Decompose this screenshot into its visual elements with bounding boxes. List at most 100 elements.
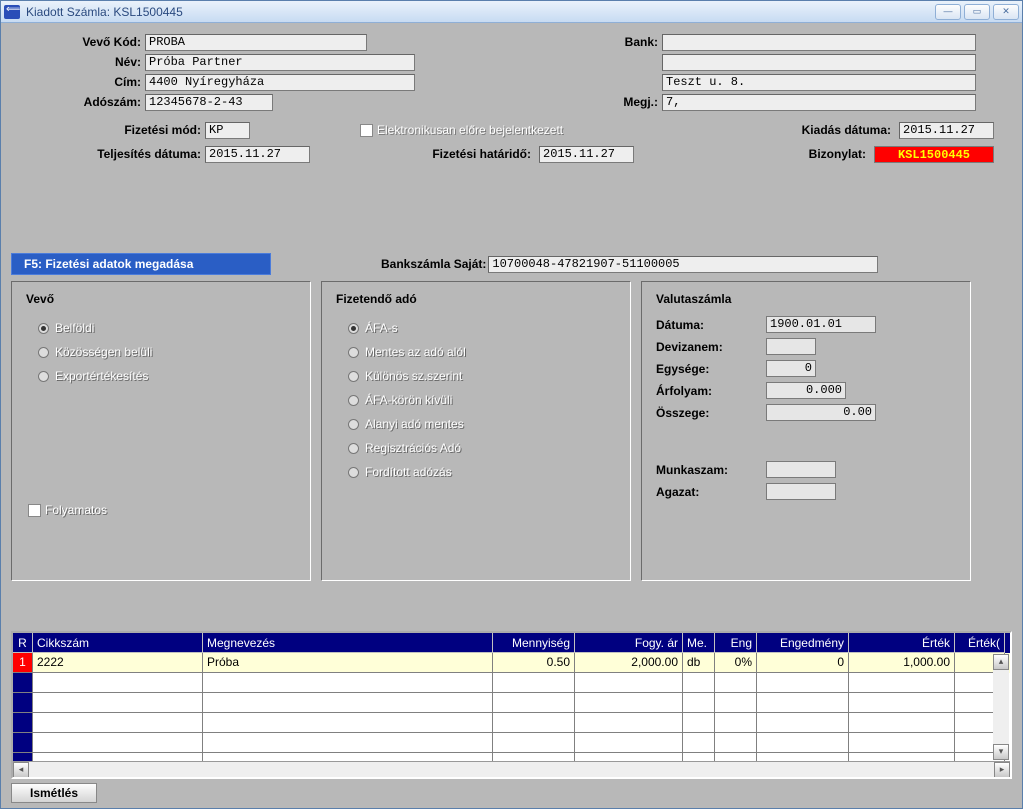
bank-label: Bank: — [367, 35, 662, 49]
cell-mennyiseg[interactable]: 0.50 — [493, 653, 575, 673]
tab-f5[interactable]: F5: Fizetési adatok megadása — [11, 253, 271, 275]
radio-icon — [348, 371, 359, 382]
fiz-mod-field[interactable]: KP — [205, 122, 250, 139]
table-row[interactable]: 1 2222 Próba 0.50 2,000.00 db 0% 0 1,000… — [13, 653, 1010, 673]
radio-afas[interactable]: ÁFA-s — [336, 316, 616, 340]
cell-engedmeny[interactable]: 0 — [757, 653, 849, 673]
scroll-right-icon[interactable]: ▸ — [994, 762, 1010, 778]
titlebar[interactable]: Kiadott Számla: KSL1500445 — ▭ ✕ — [1, 1, 1022, 23]
cim-field[interactable]: 4400 Nyíregyháza — [145, 74, 415, 91]
row-indicator: 1 — [13, 653, 33, 673]
window-title: Kiadott Számla: KSL1500445 — [26, 5, 183, 19]
scroll-up-icon[interactable]: ▴ — [993, 654, 1009, 670]
scroll-down-icon[interactable]: ▾ — [993, 744, 1009, 760]
cell-cikkszam[interactable]: 2222 — [33, 653, 203, 673]
cim2-field[interactable]: Teszt u. 8. — [662, 74, 976, 91]
radio-alanyi[interactable]: Alanyi adó mentes — [336, 412, 616, 436]
teljesites-label: Teljesítés dátuma: — [11, 147, 205, 161]
col-mennyiseg: Mennyiség — [493, 633, 575, 653]
megj-field[interactable]: 7, — [662, 94, 976, 111]
col-ertek2: Érték( — [955, 633, 1005, 653]
minimize-button[interactable]: — — [935, 4, 961, 20]
radio-mentes-label: Mentes az adó alól — [365, 345, 466, 359]
elektronikus-checkbox[interactable] — [360, 124, 373, 137]
row-indicator — [13, 713, 33, 733]
col-me: Me. — [683, 633, 715, 653]
maximize-button[interactable]: ▭ — [964, 4, 990, 20]
bank-field[interactable] — [662, 34, 976, 51]
teljesites-field[interactable]: 2015.11.27 — [205, 146, 310, 163]
row-indicator — [13, 693, 33, 713]
table-row[interactable] — [13, 713, 1010, 733]
radio-mentes[interactable]: Mentes az adó alól — [336, 340, 616, 364]
col-ertek: Érték — [849, 633, 955, 653]
vevo-panel-title: Vevő — [26, 292, 296, 306]
radio-forditott[interactable]: Fordított adózás — [336, 460, 616, 484]
checkbox-icon — [28, 504, 41, 517]
cell-ertek[interactable]: 1,000.00 — [849, 653, 955, 673]
arfolyam-label: Árfolyam: — [656, 384, 766, 398]
radio-export-label: Exportértékesítés — [55, 369, 148, 383]
table-row[interactable] — [13, 753, 1010, 761]
kiadas-field[interactable]: 2015.11.27 — [899, 122, 994, 139]
radio-afakoron[interactable]: ÁFA-körön kívüli — [336, 388, 616, 412]
horizontal-scrollbar[interactable]: ◂ ▸ — [13, 761, 1010, 777]
cim-label: Cím: — [11, 75, 145, 89]
radio-icon — [348, 419, 359, 430]
radio-belfoldi-label: Belföldi — [55, 321, 94, 335]
col-cikkszam: Cikkszám — [33, 633, 203, 653]
adoszam-field[interactable]: 12345678-2-43 — [145, 94, 273, 111]
grid-body: 1 2222 Próba 0.50 2,000.00 db 0% 0 1,000… — [13, 653, 1010, 761]
bizonylat-field: KSL1500445 — [874, 146, 994, 163]
radio-regisztracios-label: Regisztrációs Adó — [365, 441, 461, 455]
radio-kozossegen[interactable]: Közösségen belüli — [26, 340, 296, 364]
table-row[interactable] — [13, 673, 1010, 693]
radio-regisztracios[interactable]: Regisztrációs Adó — [336, 436, 616, 460]
bankszamla-field[interactable]: 10700048-47821907-51100005 — [488, 256, 878, 273]
elektronikus-label: Elektronikusan előre bejelentkezett — [377, 123, 563, 137]
checkbox-folyamatos[interactable]: Folyamatos — [26, 498, 296, 522]
vevo-kod-field[interactable]: PROBA — [145, 34, 367, 51]
egysege-label: Egysége: — [656, 362, 766, 376]
ismetles-button[interactable]: Ismétlés — [11, 783, 97, 803]
radio-export[interactable]: Exportértékesítés — [26, 364, 296, 388]
header-form: Vevő Kód: PROBA Bank: Név: Próba Partner… — [11, 33, 1012, 163]
bizonylat-label: Bizonylat: — [809, 147, 870, 161]
radio-icon — [348, 443, 359, 454]
row-indicator — [13, 733, 33, 753]
radio-kulonos[interactable]: Különös sz.szerint — [336, 364, 616, 388]
fiz-hatarido-field[interactable]: 2015.11.27 — [539, 146, 634, 163]
vevo-panel: Vevő Belföldi Közösségen belüli Exportér… — [11, 281, 311, 581]
close-button[interactable]: ✕ — [993, 4, 1019, 20]
table-row[interactable] — [13, 733, 1010, 753]
content-area: Vevő Kód: PROBA Bank: Név: Próba Partner… — [1, 23, 1022, 808]
agazat-field[interactable] — [766, 483, 836, 500]
radio-icon — [38, 371, 49, 382]
table-row[interactable] — [13, 693, 1010, 713]
cell-eng[interactable]: 0% — [715, 653, 757, 673]
radio-icon — [348, 395, 359, 406]
devizanem-label: Devizanem: — [656, 340, 766, 354]
col-fogyar: Fogy. ár — [575, 633, 683, 653]
cell-me[interactable]: db — [683, 653, 715, 673]
nev2-field[interactable] — [662, 54, 976, 71]
line-items-grid[interactable]: R Cikkszám Megnevezés Mennyiség Fogy. ár… — [11, 631, 1012, 779]
radio-icon — [38, 323, 49, 334]
scroll-left-icon[interactable]: ◂ — [13, 762, 29, 778]
row-indicator — [13, 673, 33, 693]
munkaszam-field[interactable] — [766, 461, 836, 478]
cell-fogyar[interactable]: 2,000.00 — [575, 653, 683, 673]
cell-megnevezes[interactable]: Próba — [203, 653, 493, 673]
ado-panel: Fizetendő adó ÁFA-s Mentes az adó alól K… — [321, 281, 631, 581]
bankszamla-label: Bankszámla Saját: — [381, 257, 486, 271]
kiadas-label: Kiadás dátuma: — [802, 123, 895, 137]
radio-alanyi-label: Alanyi adó mentes — [365, 417, 464, 431]
radio-belfoldi[interactable]: Belföldi — [26, 316, 296, 340]
app-icon — [4, 5, 20, 19]
vertical-scrollbar[interactable]: ▴ ▾ — [993, 654, 1009, 760]
devizanem-field[interactable] — [766, 338, 816, 355]
agazat-label: Agazat: — [656, 485, 766, 499]
valuta-panel: Valutaszámla Dátuma: 1900.01.01 Devizane… — [641, 281, 971, 581]
nev-field[interactable]: Próba Partner — [145, 54, 415, 71]
adoszam-label: Adószám: — [11, 95, 145, 109]
